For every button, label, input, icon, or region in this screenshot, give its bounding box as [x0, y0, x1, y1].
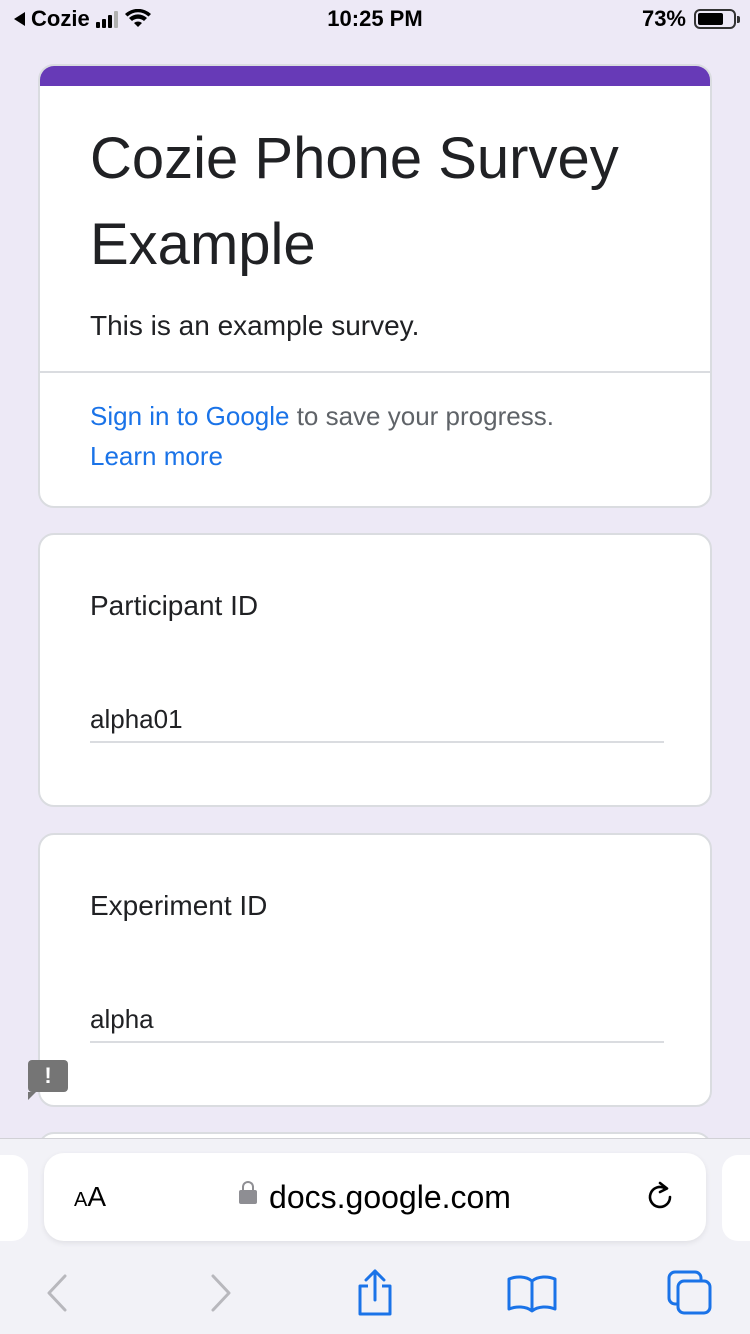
signin-notice: Sign in to Google to save your progress.… — [90, 396, 670, 476]
forward-icon[interactable] — [192, 1265, 248, 1321]
question-card-experiment-id: Experiment ID — [38, 833, 712, 1107]
previous-tab-peek[interactable] — [0, 1155, 28, 1241]
participant-id-input[interactable] — [90, 697, 664, 743]
reload-icon[interactable] — [640, 1177, 680, 1217]
report-problem-icon[interactable]: ! — [28, 1060, 68, 1100]
bookmarks-icon[interactable] — [504, 1265, 560, 1321]
signin-link[interactable]: Sign in to Google — [90, 401, 289, 431]
status-bar: Cozie 10:25 PM 73% — [0, 0, 750, 40]
question-card-participant-id: Participant ID — [38, 533, 712, 807]
experiment-id-input[interactable] — [90, 997, 664, 1043]
next-tab-peek[interactable] — [722, 1155, 750, 1241]
status-time: 10:25 PM — [327, 6, 423, 31]
form-header-card: Cozie Phone Survey Example This is an ex… — [38, 64, 712, 508]
share-icon[interactable] — [347, 1265, 403, 1321]
url-display[interactable]: docs.google.com — [44, 1179, 706, 1216]
battery-level — [698, 13, 723, 25]
header-divider — [40, 371, 710, 373]
status-right: 73% — [641, 6, 740, 32]
question-label: Participant ID — [90, 590, 259, 621]
signin-text: to save your progress. — [289, 401, 554, 431]
learn-more-link[interactable]: Learn more — [90, 441, 223, 471]
battery-icon — [694, 9, 740, 29]
lock-icon — [239, 1180, 258, 1204]
url-text: docs.google.com — [269, 1179, 511, 1215]
tabs-icon[interactable] — [662, 1265, 718, 1321]
browser-toolbar — [0, 1257, 750, 1325]
form-title: Cozie Phone Survey Example — [90, 126, 619, 277]
form-description: This is an example survey. — [90, 310, 420, 341]
form-accent-bar — [40, 66, 710, 86]
browser-bottom-bar: AA docs.google.com — [0, 1138, 750, 1334]
battery-percent: 73% — [641, 6, 686, 31]
back-icon[interactable] — [30, 1265, 86, 1321]
question-label: Experiment ID — [90, 890, 268, 921]
address-bar[interactable]: AA docs.google.com — [44, 1153, 706, 1241]
